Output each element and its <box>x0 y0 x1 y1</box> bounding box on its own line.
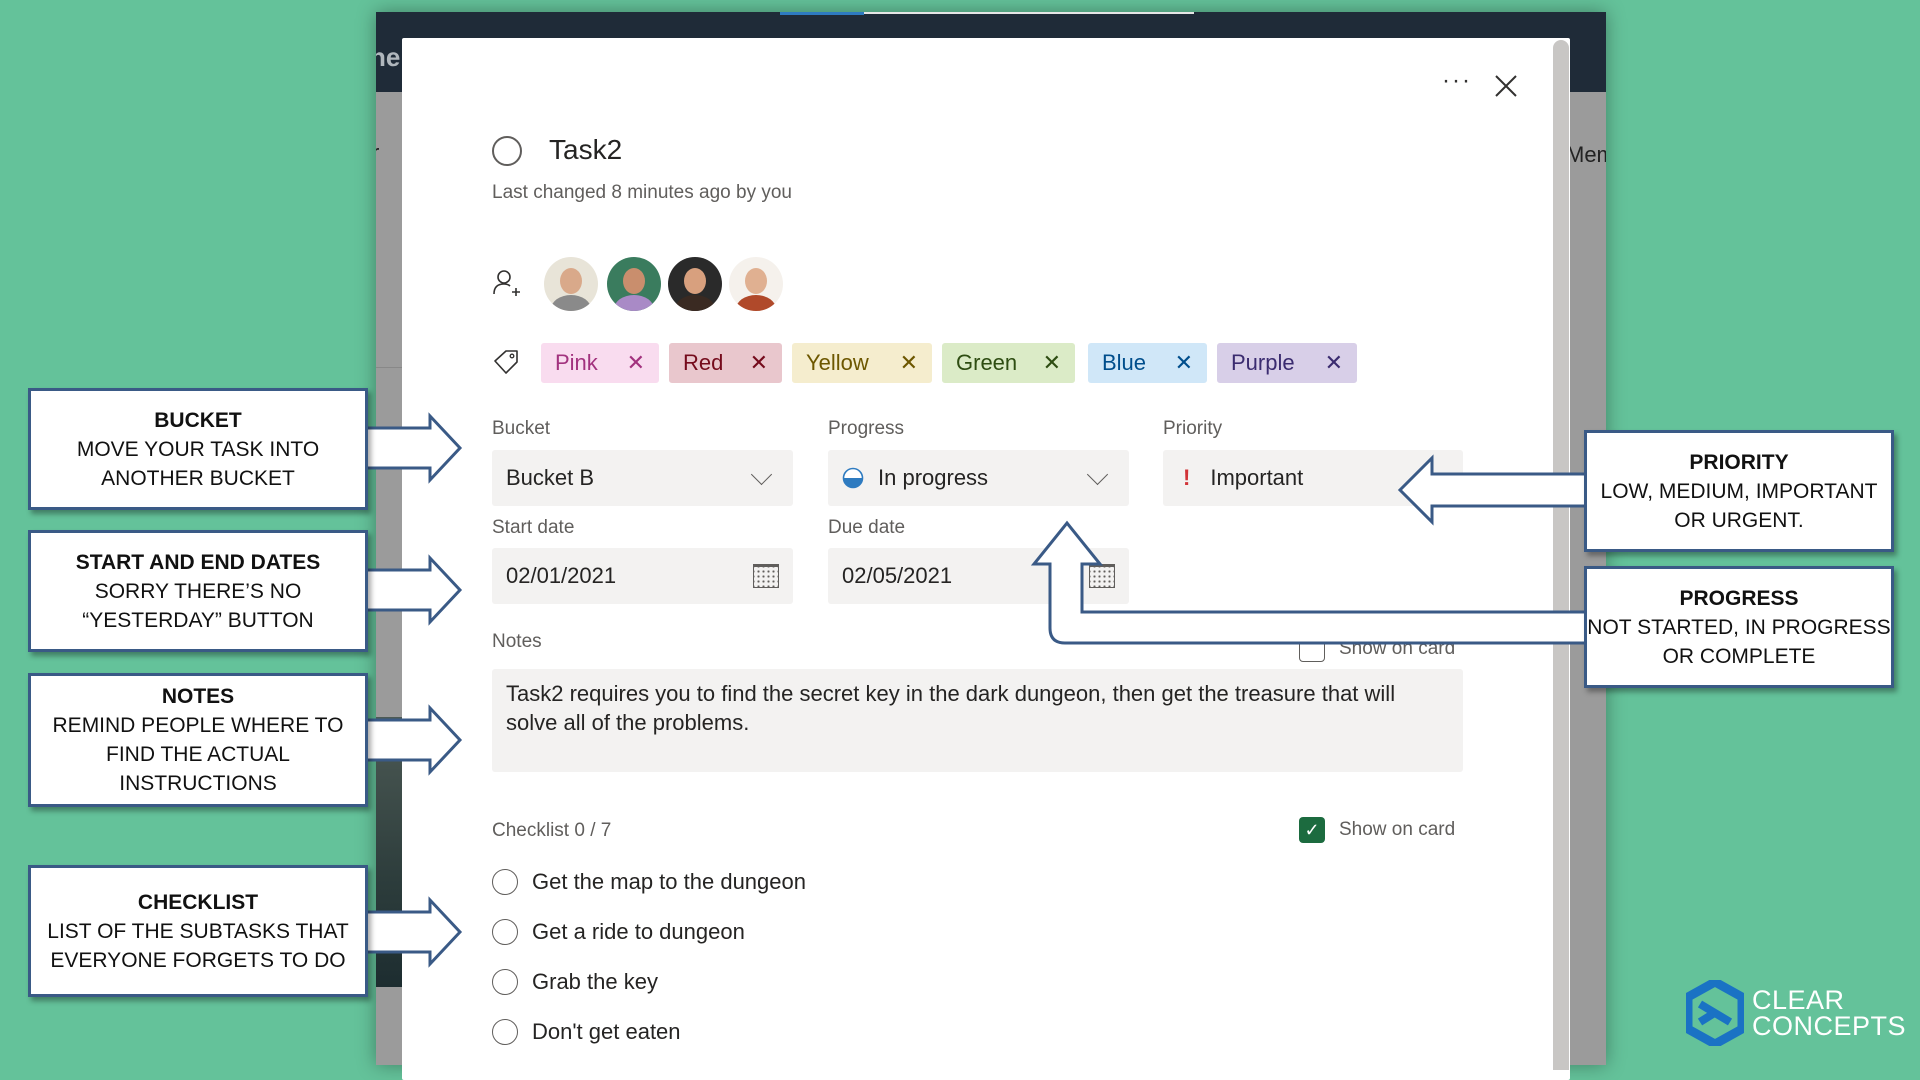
callout-line: REMIND PEOPLE WHERE TO <box>52 714 344 737</box>
checklist-arrow <box>364 896 463 968</box>
logo-text-line2: CONCEPTS <box>1752 1011 1907 1041</box>
callout-line: SORRY THERE’S NO <box>94 579 302 603</box>
callout-title: CHECKLIST <box>137 890 259 914</box>
callout-line: FIND THE ACTUAL <box>106 743 290 766</box>
callout-title: PROGRESS <box>1679 586 1799 610</box>
callout-checklist: CHECKLIST LIST OF THE SUBTASKS THAT EVERYO… <box>28 865 368 997</box>
bucket-arrow <box>364 412 463 484</box>
callout-notes: NOTES REMIND PEOPLE WHERE TO FIND THE ACTU… <box>28 673 368 807</box>
callout-title: PRIORITY <box>1689 450 1789 474</box>
callout-line: OR URGENT. <box>1674 508 1804 532</box>
callout-line: NOT STARTED, IN PROGRESS <box>1587 615 1891 639</box>
callout-line: “YESTERDAY” BUTTON <box>82 608 314 632</box>
logo-mark-icon <box>1686 980 1744 1046</box>
callout-title: BUCKET <box>154 408 242 432</box>
notes-arrow <box>364 704 463 776</box>
priority-arrow <box>1397 454 1586 526</box>
callout-line: LIST OF THE SUBTASKS THAT <box>47 919 349 943</box>
callout-title: NOTES <box>161 685 235 708</box>
clear-concepts-logo: CLEAR CONCEPTS <box>1686 980 1906 1046</box>
callout-line: MOVE YOUR TASK INTO <box>76 437 320 461</box>
progress-arrow <box>1030 520 1586 645</box>
callout-bucket: BUCKET MOVE YOUR TASK INTO ANOTHER BUCKET <box>28 388 368 510</box>
logo-text-line1: CLEAR <box>1752 985 1845 1015</box>
callout-dates: START AND END DATES SORRY THERE’S NO “YEST… <box>28 530 368 652</box>
callout-line: ANOTHER BUCKET <box>101 466 295 490</box>
callout-progress: PROGRESS NOT STARTED, IN PROGRESS OR COMPL… <box>1584 566 1894 688</box>
callout-priority: PRIORITY LOW, MEDIUM, IMPORTANT OR URGENT. <box>1584 430 1894 552</box>
dates-arrow <box>364 554 463 626</box>
callout-title: START AND END DATES <box>75 550 321 574</box>
callout-line: OR COMPLETE <box>1662 644 1816 668</box>
callout-line: EVERYONE FORGETS TO DO <box>50 948 346 972</box>
callout-line: LOW, MEDIUM, IMPORTANT <box>1600 479 1878 503</box>
callout-line: INSTRUCTIONS <box>119 772 277 795</box>
